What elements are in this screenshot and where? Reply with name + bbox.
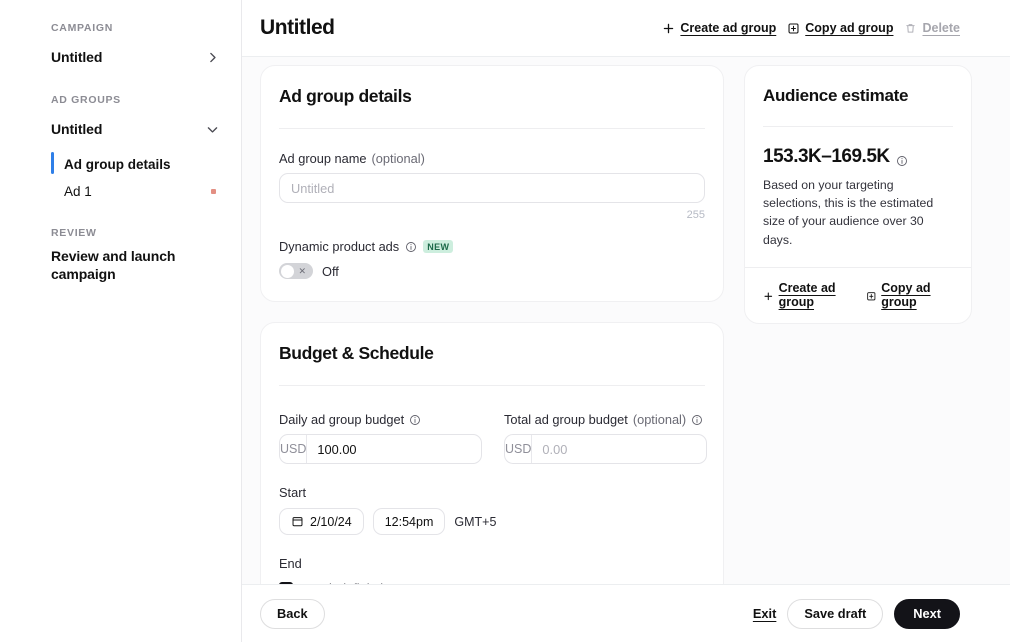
total-budget-optional-text: (optional)	[632, 412, 687, 427]
start-time-picker[interactable]: 12:54pm	[372, 508, 446, 535]
total-budget-currency: USD	[505, 435, 533, 463]
daily-budget-label: Daily ad group budget	[279, 412, 482, 427]
plus-icon	[662, 22, 675, 35]
copy-icon	[787, 22, 800, 35]
audience-estimate-title: Audience estimate	[763, 86, 909, 105]
sidebar-item-review[interactable]: Review and launch campaign	[0, 248, 241, 284]
audience-estimate-card: Audience estimate 153.3K–169.5K Based on…	[744, 65, 972, 324]
page-header: Untitled Create ad group Copy ad group D…	[242, 0, 1010, 57]
start-label: Start	[279, 485, 307, 500]
error-indicator-icon	[211, 189, 216, 194]
total-budget-input-wrapper: USD	[504, 434, 707, 464]
create-ad-group-button[interactable]: Create ad group	[662, 21, 776, 35]
toggle-state-label: Off	[322, 263, 339, 279]
sidebar-section-adgroups-label: AD GROUPS	[51, 94, 121, 106]
ad-group-name-label-text: Ad group name	[279, 151, 367, 166]
dynamic-product-ads-toggle[interactable]: ✕	[279, 263, 313, 279]
footer-bar: Back Exit Save draft Next	[242, 584, 1010, 642]
character-counter: 255	[686, 209, 705, 221]
start-date-value: 2/10/24	[310, 514, 352, 529]
divider	[763, 126, 953, 127]
dynamic-product-ads-label: Dynamic product ads NEW	[279, 239, 705, 254]
new-badge: NEW	[423, 240, 454, 253]
sidebar-item-adgroup-untitled[interactable]: Untitled	[0, 115, 241, 143]
calendar-icon	[291, 515, 304, 528]
daily-budget-label-text: Daily ad group budget	[279, 412, 405, 427]
ad-group-name-input[interactable]	[279, 173, 705, 203]
ad-group-details-title: Ad group details	[279, 86, 412, 106]
delete-label: Delete	[922, 21, 960, 35]
info-icon[interactable]	[409, 414, 421, 426]
start-datetime-row: 2/10/24 12:54pm GMT+5	[279, 508, 705, 535]
info-icon[interactable]	[691, 414, 703, 426]
copy-ad-group-label: Copy ad group	[805, 21, 894, 35]
sidebar-campaign-item-label: Untitled	[51, 49, 103, 65]
sidebar-review-item-label: Review and launch campaign	[51, 248, 176, 282]
end-label: End	[279, 556, 302, 571]
total-budget-group: Total ad group budget (optional) USD	[504, 390, 707, 464]
total-budget-label-text: Total ad group budget	[504, 412, 628, 427]
daily-budget-input-wrapper: USD	[279, 434, 482, 464]
daily-budget-group: Daily ad group budget USD	[279, 390, 482, 464]
chevron-right-icon	[206, 51, 219, 64]
chevron-down-icon	[206, 123, 219, 136]
create-ad-group-label: Create ad group	[680, 21, 777, 35]
audience-card-actions: Create ad group Copy ad group	[763, 268, 953, 323]
ad-group-name-optional-text: (optional)	[371, 151, 425, 166]
sidebar-item-ad-group-details[interactable]: Ad group details	[0, 151, 241, 178]
sidebar: CAMPAIGN Untitled AD GROUPS Untitled Ad …	[0, 0, 242, 642]
info-icon[interactable]	[896, 151, 908, 166]
page-title: Untitled	[260, 16, 335, 39]
total-budget-input[interactable]	[532, 435, 706, 463]
sidebar-item-campaign-untitled[interactable]: Untitled	[0, 43, 241, 71]
sidebar-subitem-label: Ad group details	[64, 157, 171, 172]
daily-budget-currency: USD	[280, 435, 308, 463]
sidebar-adgroup-item-label: Untitled	[51, 121, 103, 137]
divider	[279, 128, 705, 129]
divider	[279, 385, 705, 386]
panel-copy-ad-group-button[interactable]: Copy ad group	[866, 281, 953, 309]
copy-ad-group-button[interactable]: Copy ad group	[787, 21, 893, 35]
ad-group-details-card: Ad group details Ad group name (optional…	[260, 65, 724, 302]
start-time-value: 12:54pm	[384, 514, 434, 529]
panel-create-ad-group-button[interactable]: Create ad group	[763, 281, 857, 309]
audience-estimate-description: Based on your targeting selections, this…	[763, 178, 934, 247]
footer-right-actions: Exit Save draft Next	[753, 598, 960, 629]
dynamic-product-ads-label-text: Dynamic product ads	[279, 239, 400, 254]
sidebar-item-ad-1[interactable]: Ad 1	[0, 178, 241, 205]
next-button[interactable]: Next	[894, 598, 960, 629]
back-button[interactable]: Back	[260, 598, 325, 629]
plus-icon	[763, 288, 774, 301]
ad-group-name-label: Ad group name (optional)	[279, 151, 705, 166]
budget-schedule-card: Budget & Schedule Daily ad group budget	[260, 322, 724, 584]
sidebar-section-campaign-label: CAMPAIGN	[51, 22, 113, 34]
trash-icon	[904, 22, 917, 35]
panel-create-ad-group-label: Create ad group	[778, 280, 836, 309]
daily-budget-input[interactable]	[307, 435, 481, 463]
save-draft-button[interactable]: Save draft	[787, 598, 884, 629]
exit-button[interactable]: Exit	[753, 606, 776, 621]
total-budget-label: Total ad group budget (optional)	[504, 412, 707, 427]
sidebar-subitem-label: Ad 1	[64, 184, 92, 199]
budget-schedule-title: Budget & Schedule	[279, 343, 434, 363]
info-icon[interactable]	[405, 241, 417, 253]
delete-ad-group-button[interactable]: Delete	[904, 21, 960, 35]
left-column: Ad group details Ad group name (optional…	[260, 65, 724, 584]
main-region: Untitled Create ad group Copy ad group D…	[242, 0, 1010, 642]
toggle-knob	[280, 264, 294, 278]
timezone-label: GMT+5	[454, 514, 497, 529]
copy-icon	[866, 288, 877, 301]
budget-inputs-row: Daily ad group budget USD 100.00 Total a…	[279, 390, 707, 464]
app-root: CAMPAIGN Untitled AD GROUPS Untitled Ad …	[0, 0, 1010, 642]
content-scroll-area[interactable]: Ad group details Ad group name (optional…	[242, 57, 1010, 584]
header-actions: Create ad group Copy ad group Delete	[662, 21, 960, 35]
audience-estimate-value: 153.3K–169.5K	[763, 146, 890, 167]
dynamic-product-ads-toggle-row: ✕ Off	[279, 263, 705, 279]
audience-estimate-value-row: 153.3K–169.5K	[763, 146, 953, 168]
sidebar-section-review-label: REVIEW	[51, 227, 97, 239]
close-icon: ✕	[298, 265, 306, 276]
start-date-picker[interactable]: 2/10/24	[279, 508, 364, 535]
right-column: Audience estimate 153.3K–169.5K Based on…	[744, 65, 972, 584]
panel-copy-ad-group-label: Copy ad group	[881, 280, 931, 309]
